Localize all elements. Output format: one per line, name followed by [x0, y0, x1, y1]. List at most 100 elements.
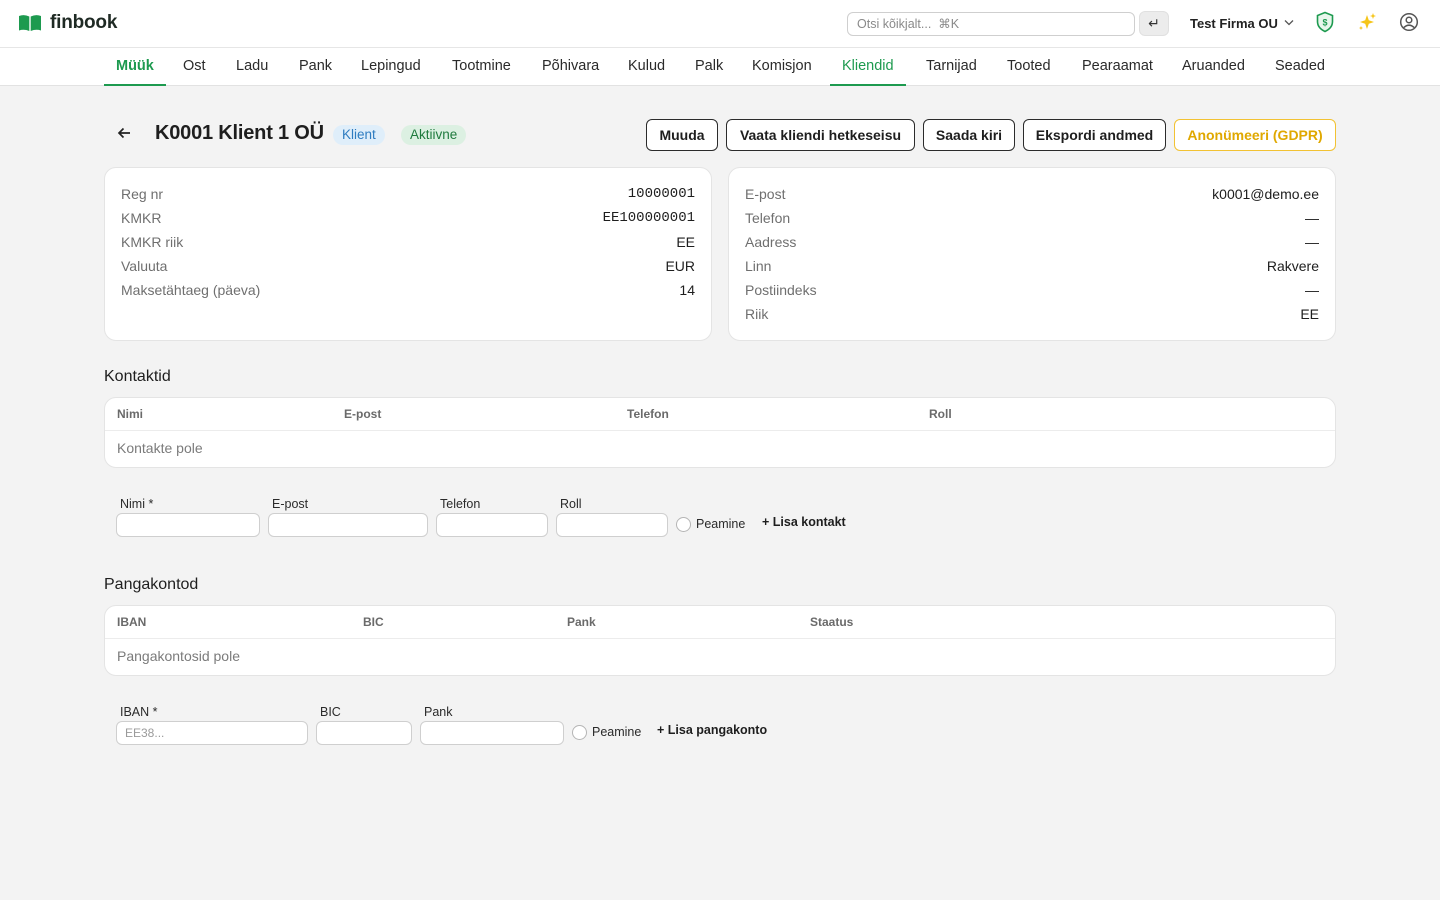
city-value: Rakvere [1266, 258, 1319, 274]
nav-item-komisjon[interactable]: Komisjon [752, 48, 812, 86]
add-bank-account-button[interactable]: + Lisa pangakonto [657, 723, 767, 737]
detail-label: Telefon [745, 210, 791, 226]
anonymize-gdpr-button[interactable]: Anonümeeri (GDPR) [1174, 119, 1336, 151]
bank-primary-radio[interactable] [572, 725, 587, 740]
nav-item-tootmine[interactable]: Tootmine [452, 48, 511, 86]
send-letter-button[interactable]: Saada kiri [923, 119, 1015, 151]
nav-item-lepingud[interactable]: Lepingud [361, 48, 421, 86]
detail-row: E-post k0001@demo.ee [745, 184, 1319, 204]
contact-primary-label: Peamine [696, 517, 746, 531]
column-header: Roll [929, 407, 952, 421]
app-logo[interactable]: finbook [18, 12, 117, 34]
export-data-button[interactable]: Ekspordi andmed [1023, 119, 1166, 151]
nav-item-muuk[interactable]: Müük [104, 48, 166, 86]
search-submit-button[interactable]: ↵ [1139, 11, 1169, 36]
main-navigation: Müük Ost Ladu Pank Lepingud Tootmine Põh… [0, 48, 1440, 86]
nav-item-seaded[interactable]: Seaded [1275, 48, 1325, 86]
nav-item-ost[interactable]: Ost [183, 48, 206, 86]
ai-assistant-button[interactable] [1355, 12, 1379, 36]
contact-email-input[interactable] [268, 513, 428, 537]
shield-dollar-icon: $ [1315, 11, 1335, 38]
bank-accounts-empty-message: Pangakontosid pole [117, 648, 240, 664]
bank-name-input[interactable] [420, 721, 564, 745]
svg-text:$: $ [1322, 17, 1327, 27]
shield-button[interactable]: $ [1313, 11, 1337, 38]
contacts-empty-message: Kontakte pole [117, 440, 203, 456]
nav-item-ladu[interactable]: Ladu [236, 48, 268, 86]
detail-row: KMKR EE100000001 [121, 208, 695, 228]
company-name: Test Firma OU [1190, 16, 1278, 31]
detail-label: Valuuta [121, 258, 168, 274]
view-statement-button[interactable]: Vaata kliendi hetkeseisu [726, 119, 915, 151]
detail-row: Telefon — [745, 208, 1319, 228]
sparkles-icon [1356, 11, 1378, 38]
column-header: IBAN [117, 615, 147, 629]
column-header: Telefon [627, 407, 669, 421]
nav-item-pank[interactable]: Pank [299, 48, 332, 86]
detail-label: Maksetähtaeg (päeva) [121, 282, 261, 298]
nav-item-tooted[interactable]: Tooted [1007, 48, 1051, 86]
client-details-card: Reg nr 10000001 KMKR EE100000001 KMKR ri… [104, 167, 712, 341]
chevron-down-icon [1284, 18, 1294, 29]
contacts-section-title: Kontaktid [104, 368, 171, 385]
reg-nr-value: 10000001 [627, 186, 695, 202]
column-header: BIC [363, 615, 384, 629]
nav-item-tarnijad[interactable]: Tarnijad [926, 48, 977, 86]
contact-email-label: E-post [272, 497, 309, 511]
edit-button[interactable]: Muuda [646, 119, 718, 151]
bank-accounts-section-title: Pangakontod [104, 576, 199, 593]
column-header: E-post [344, 407, 382, 421]
nav-item-pearaamat[interactable]: Pearaamat [1082, 48, 1153, 86]
top-bar: finbook ↵ Test Firma OU $ [0, 0, 1440, 48]
detail-label: Linn [745, 258, 772, 274]
contact-phone-input[interactable] [436, 513, 548, 537]
detail-row: Reg nr 10000001 [121, 184, 695, 204]
detail-label: KMKR [121, 210, 162, 226]
detail-label: Aadress [745, 234, 797, 250]
contact-primary-radio[interactable] [676, 517, 691, 532]
detail-label: KMKR riik [121, 234, 184, 250]
vat-number-value: EE100000001 [602, 210, 695, 226]
iban-input[interactable] [116, 721, 308, 745]
column-header: Pank [567, 615, 596, 629]
phone-value: — [1305, 210, 1319, 226]
detail-label: Reg nr [121, 186, 164, 202]
column-header: Nimi [117, 407, 144, 421]
nav-item-kulud[interactable]: Kulud [628, 48, 665, 86]
table-divider [105, 638, 1335, 639]
contact-name-input[interactable] [116, 513, 260, 537]
status-badge: Aktiivne [401, 125, 467, 145]
page-title: K0001 Klient 1 OÜ [155, 122, 324, 144]
bic-label: BIC [320, 705, 341, 719]
detail-row: Aadress — [745, 232, 1319, 252]
client-contact-card: E-post k0001@demo.ee Telefon — Aadress —… [728, 167, 1336, 341]
detail-row: Postiindeks — [745, 280, 1319, 300]
nav-item-aruanded[interactable]: Aruanded [1182, 48, 1245, 86]
detail-row: Riik EE [745, 304, 1319, 324]
country-value: EE [1300, 306, 1319, 322]
postal-code-value: — [1305, 282, 1319, 298]
currency-value: EUR [665, 258, 695, 274]
nav-item-kliendid[interactable]: Kliendid [830, 48, 906, 86]
bank-accounts-table: IBAN BIC Pank Staatus Pangakontosid pole [104, 605, 1336, 676]
user-menu-button[interactable] [1397, 12, 1421, 36]
enter-icon: ↵ [1148, 15, 1160, 31]
add-contact-button[interactable]: + Lisa kontakt [762, 515, 846, 529]
bank-name-label: Pank [424, 705, 453, 719]
nav-item-pohivara[interactable]: Põhivara [542, 48, 599, 86]
table-divider [105, 430, 1335, 431]
global-search-input[interactable] [847, 12, 1135, 36]
contact-role-input[interactable] [556, 513, 668, 537]
client-type-badge: Klient [333, 125, 385, 145]
address-value: — [1305, 234, 1319, 250]
company-switcher[interactable]: Test Firma OU [1190, 16, 1294, 31]
back-button[interactable] [114, 124, 134, 144]
detail-row: KMKR riik EE [121, 232, 695, 252]
email-value: k0001@demo.ee [1212, 186, 1319, 202]
user-circle-icon [1399, 12, 1419, 37]
nav-item-palk[interactable]: Palk [695, 48, 723, 86]
contact-role-label: Roll [560, 497, 582, 511]
book-logo-icon [18, 13, 42, 33]
contacts-table: Nimi E-post Telefon Roll Kontakte pole [104, 397, 1336, 468]
bic-input[interactable] [316, 721, 412, 745]
